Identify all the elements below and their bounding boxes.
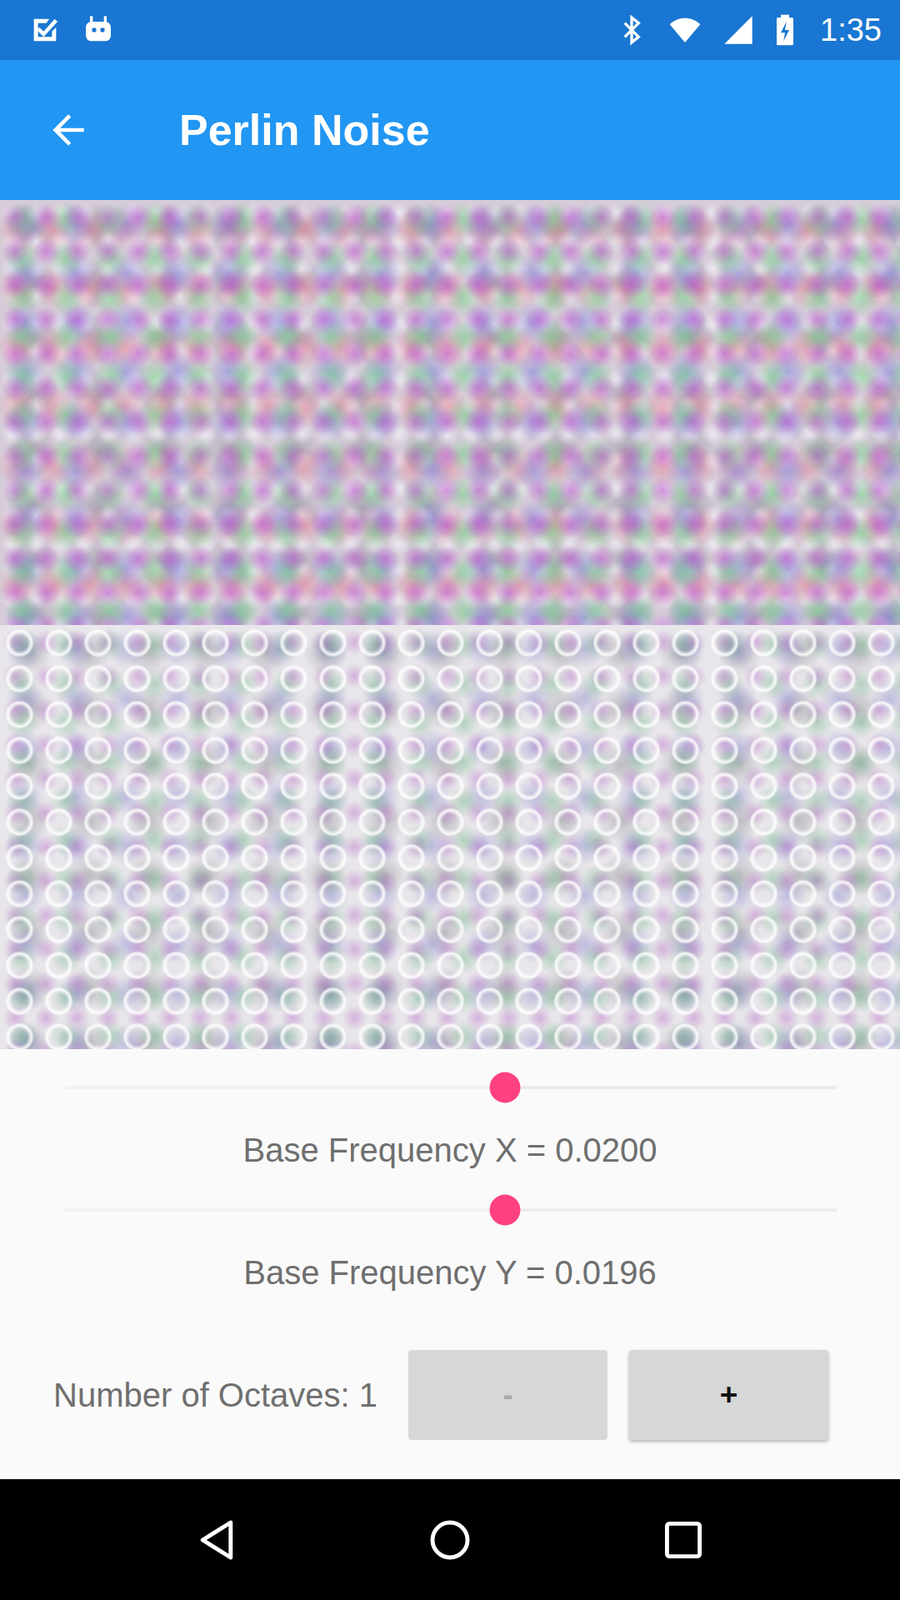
bluetooth-icon <box>615 13 649 47</box>
turbulence-image <box>0 625 900 1050</box>
slider[interactable] <box>65 1067 837 1108</box>
slider[interactable] <box>65 1190 837 1230</box>
slider-fill <box>65 1208 505 1212</box>
android-icon <box>81 13 115 47</box>
back-triangle-icon[interactable] <box>193 1516 240 1564</box>
slider-fill <box>65 1085 505 1090</box>
slider-track <box>65 1085 837 1090</box>
notification-icons <box>28 13 115 47</box>
octaves-label: Number of Octaves: 1 <box>53 1376 387 1415</box>
octave-button[interactable]: - <box>408 1350 608 1440</box>
slider-track <box>65 1208 837 1212</box>
system-icons: 1:35 <box>615 12 882 49</box>
home-circle-icon[interactable] <box>426 1516 474 1564</box>
clock: 1:35 <box>820 12 882 49</box>
slider-thumb[interactable] <box>489 1195 520 1226</box>
status-bar: 1:35 <box>0 0 900 60</box>
octaves-row: Number of Octaves: 1-+ <box>0 1350 900 1440</box>
battery-charging-icon <box>775 13 795 47</box>
octave-button[interactable]: + <box>629 1350 829 1440</box>
back-arrow-icon[interactable] <box>45 106 92 154</box>
wifi-icon <box>668 13 702 47</box>
slider-label: Base Frequency X = 0.0200 <box>0 1129 900 1171</box>
signal-icon <box>721 13 755 47</box>
screen: 1:35 Perlin Noise Base Frequency X = 0.020… <box>0 0 900 1600</box>
app-bar: Perlin Noise <box>0 60 900 200</box>
slider-label: Base Frequency Y = 0.0196 <box>0 1251 900 1294</box>
task-check-icon <box>28 13 62 47</box>
noise-image <box>0 200 900 625</box>
navigation-bar <box>0 1479 900 1600</box>
slider-thumb[interactable] <box>489 1072 520 1104</box>
app-title: Perlin Noise <box>179 105 430 155</box>
controls: Base Frequency X = 0.0200 Base Frequency … <box>0 1049 900 1480</box>
recents-square-icon[interactable] <box>660 1516 707 1564</box>
